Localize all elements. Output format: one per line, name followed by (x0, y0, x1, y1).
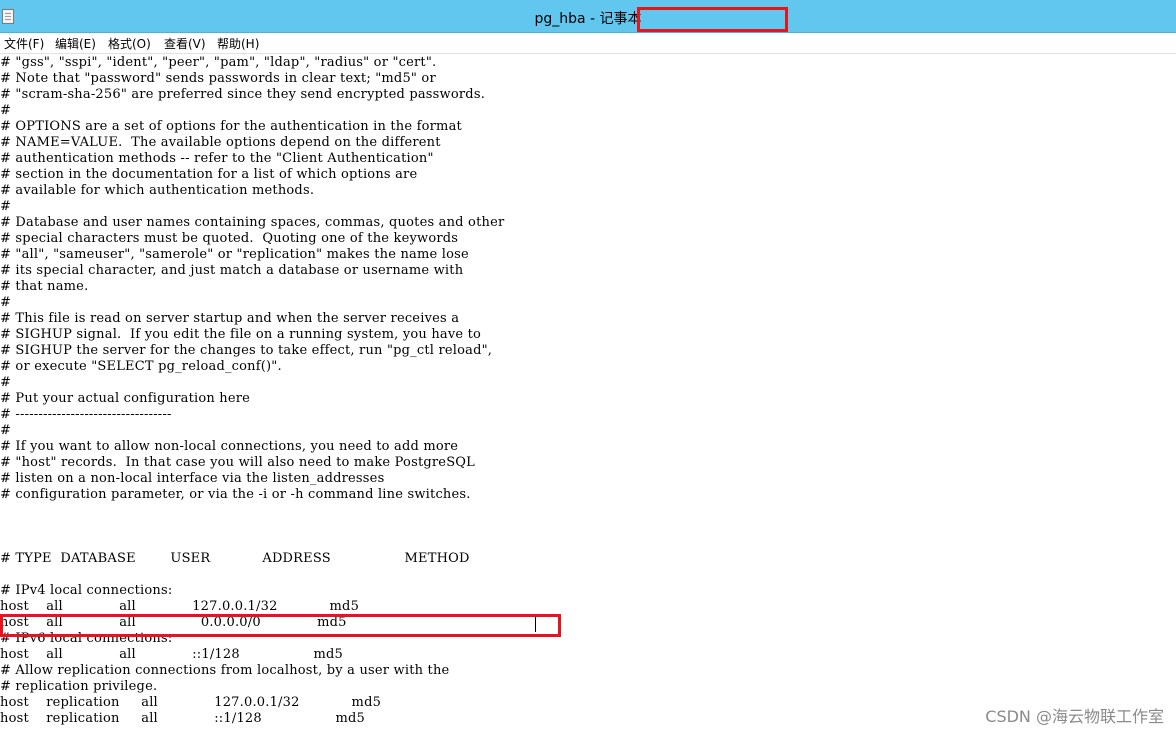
menu-format[interactable]: 格式(O) (108, 35, 151, 52)
watermark: CSDN @海云物联工作室 (985, 707, 1164, 726)
menu-bar: 文件(F) 编辑(E) 格式(O) 查看(V) 帮助(H) (0, 33, 1176, 54)
title-bar[interactable]: pg_hba - 记事本 (0, 0, 1176, 33)
menu-view[interactable]: 查看(V) (164, 35, 206, 52)
title-highlight-box (637, 7, 788, 32)
menu-file[interactable]: 文件(F) (4, 35, 44, 52)
menu-help[interactable]: 帮助(H) (217, 35, 259, 52)
menu-edit[interactable]: 编辑(E) (55, 35, 96, 52)
window-title: pg_hba - 记事本 (534, 11, 642, 27)
edited-line-highlight-box (0, 614, 561, 637)
